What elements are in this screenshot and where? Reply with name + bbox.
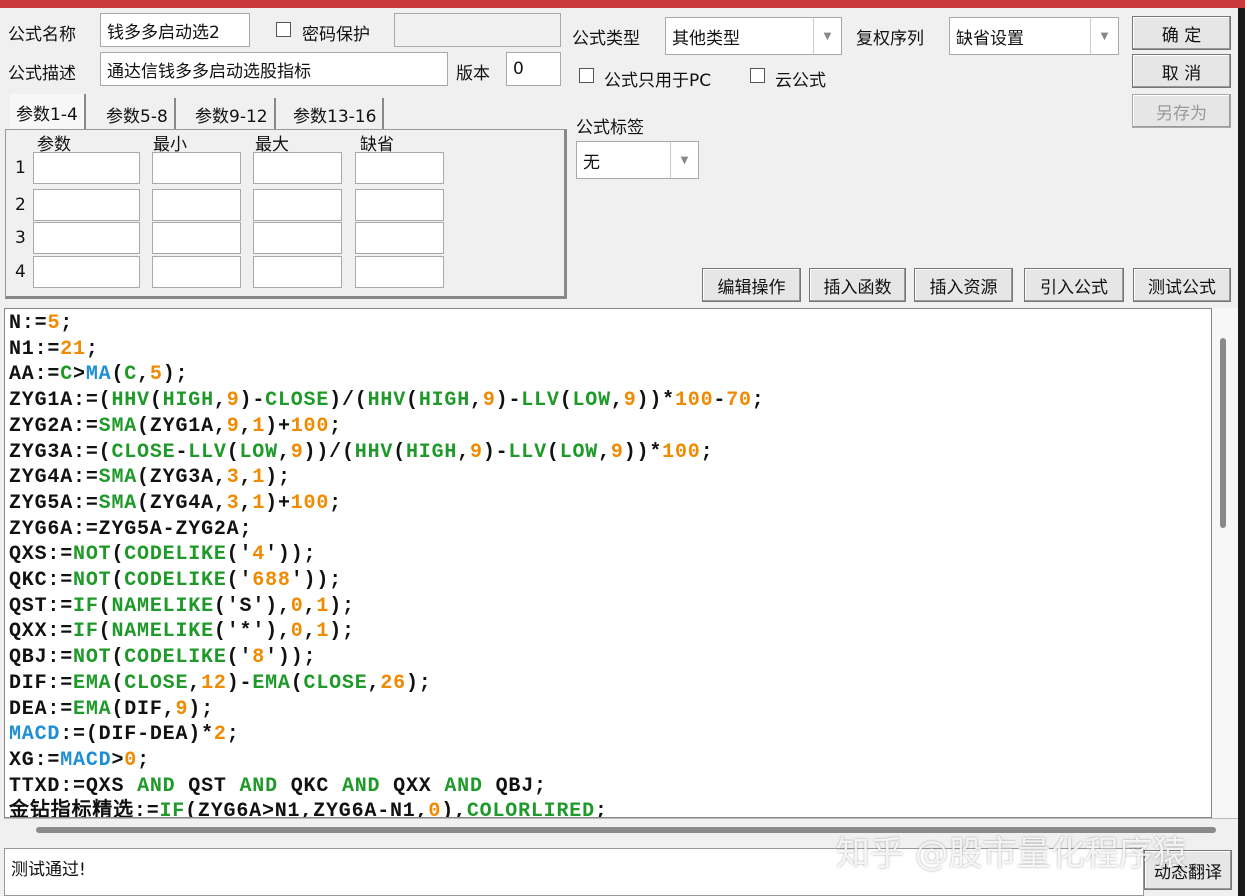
version-label: 版本 [456,64,490,84]
code-line: TTXD:=QXS AND QST AND QKC AND QXX AND QB… [9,774,547,798]
window-edge [1238,8,1245,896]
pc-only-label: 公式只用于PC [604,71,712,91]
code-line: QST:=IF(NAMELIKE('S'),0,1); [9,594,355,618]
code-editor[interactable]: N:=5; N1:=21; AA:=C>MA(C,5); ZYG1A:=(HHV(HI… [4,308,1212,818]
formula-name-label: 公式名称 [8,25,76,45]
code-line: QXS:=NOT(CODELIKE('4')); [9,543,317,567]
version-input[interactable]: 0 [506,52,561,86]
code-line: ZYG5A:=SMA(ZYG4A,3,1)+100; [9,491,342,515]
formula-tag-label: 公式标签 [576,118,644,138]
param-cell-缺省[interactable] [355,222,444,254]
code-line: ZYG3A:=(CLOSE-LLV(LOW,9))/(HHV(HIGH,9)-L… [9,440,714,464]
code-line: QBJ:=NOT(CODELIKE('8')); [9,646,317,670]
param-cell-缺省[interactable] [355,256,444,288]
code-line: XG:=MACD>0; [9,748,150,772]
param-row-number: 4 [15,262,26,282]
tab-params-1-4[interactable]: 参数1-4 [10,94,86,130]
code-line: QXX:=IF(NAMELIKE('*'),0,1); [9,620,355,644]
insert-resource-button[interactable]: 插入资源 [914,268,1013,302]
tab-params-9-12[interactable]: 参数9-12 [189,98,276,130]
rights-seq-label: 复权序列 [856,29,924,49]
formula-name-input[interactable]: 钱多多启动选2 [100,13,250,47]
tab-params-5-8[interactable]: 参数5-8 [100,98,176,130]
chevron-down-icon: ▼ [670,142,698,178]
chevron-down-icon: ▼ [813,18,841,54]
chevron-down-icon: ▼ [1090,18,1118,54]
edit-ops-button[interactable]: 编辑操作 [702,268,801,302]
code-line: ZYG1A:=(HHV(HIGH,9)-CLOSE)/(HHV(HIGH,9)-… [9,389,765,413]
param-row-number: 1 [15,158,26,178]
formula-desc-input[interactable]: 通达信钱多多启动选股指标 [100,52,448,86]
param-cell-缺省[interactable] [355,189,444,221]
param-row-number: 3 [15,228,26,248]
param-cell-最小[interactable] [152,256,241,288]
param-cell-最小[interactable] [152,222,241,254]
cloud-formula-checkbox[interactable] [750,68,765,83]
param-cell-参数[interactable] [33,222,140,254]
param-cell-参数[interactable] [33,189,140,221]
param-cell-最小[interactable] [152,189,241,221]
ok-button[interactable]: 确 定 [1132,16,1231,50]
watermark: 知乎 @股市量化程序猿 [836,834,1187,874]
rights-seq-select[interactable]: 缺省设置 ▼ [949,17,1119,55]
param-cell-最小[interactable] [152,152,241,184]
formula-desc-label: 公式描述 [8,64,76,84]
param-cell-最大[interactable] [253,189,342,221]
code-line: N1:=21; [9,337,99,361]
cancel-button[interactable]: 取 消 [1132,54,1231,88]
param-cell-最大[interactable] [253,222,342,254]
param-cell-最大[interactable] [253,152,342,184]
code-line: AA:=C>MA(C,5); [9,363,189,387]
formula-tag-select[interactable]: 无 ▼ [576,141,699,179]
tab-params-13-16[interactable]: 参数13-16 [287,98,385,130]
import-formula-button[interactable]: 引入公式 [1024,268,1124,302]
test-formula-button[interactable]: 测试公式 [1133,268,1231,302]
rights-seq-value: 缺省设置 [956,28,1024,49]
code-line: QKC:=NOT(CODELIKE('688')); [9,569,342,593]
password-protect-label: 密码保护 [302,25,370,45]
param-cell-参数[interactable] [33,256,140,288]
param-cell-参数[interactable] [33,152,140,184]
code-line: ZYG2A:=SMA(ZYG1A,9,1)+100; [9,414,342,438]
status-text: 测试通过! [11,860,86,880]
code-line: 金钻指标精选:=IF(ZYG6A>N1,ZYG6A-N1,0),COLORLIR… [9,800,608,818]
formula-tag-value: 无 [583,152,600,173]
cloud-formula-label: 云公式 [775,71,826,91]
code-line: ZYG6A:=ZYG5A-ZYG2A; [9,517,253,541]
save-as-button[interactable]: 另存为 [1132,94,1231,128]
param-row-number: 2 [15,195,26,215]
formula-type-select[interactable]: 其他类型 ▼ [665,17,842,55]
code-line: DEA:=EMA(DIF,9); [9,697,214,721]
code-line: DIF:=EMA(CLOSE,12)-EMA(CLOSE,26); [9,671,432,695]
title-bar [0,0,1245,8]
code-line: MACD:=(DIF-DEA)*2; [9,723,240,747]
param-cell-最大[interactable] [253,256,342,288]
param-cell-缺省[interactable] [355,152,444,184]
formula-type-label: 公式类型 [572,29,640,49]
code-line: ZYG4A:=SMA(ZYG3A,3,1); [9,466,291,490]
insert-function-button[interactable]: 插入函数 [809,268,906,302]
vertical-scroll-thumb[interactable] [1220,338,1226,528]
code-text[interactable]: N:=5; N1:=21; AA:=C>MA(C,5); ZYG1A:=(HHV(HI… [9,311,765,818]
password-protect-checkbox[interactable] [276,22,291,37]
pc-only-checkbox[interactable] [579,68,594,83]
password-input[interactable] [394,13,561,47]
code-line: N:=5; [9,312,74,335]
formula-type-value: 其他类型 [672,28,740,49]
